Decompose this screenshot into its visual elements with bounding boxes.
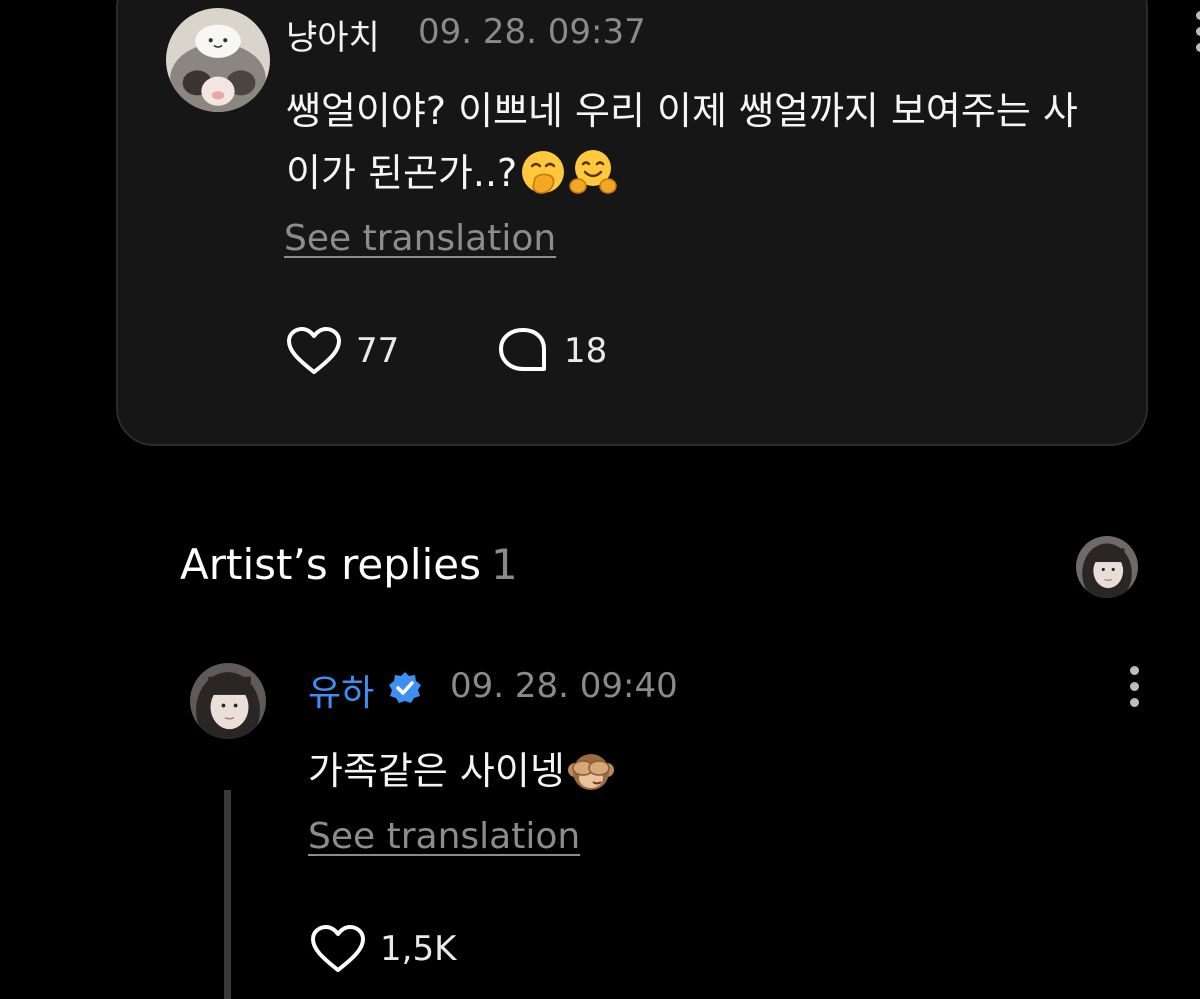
thread-line — [224, 790, 231, 999]
comment-text-line-1: 쌩얼이야? 이쁘네 우리 이제 쌩얼까지 보여주는 사 — [286, 89, 1078, 133]
artist-username[interactable]: 유하 — [308, 664, 374, 716]
artist-replies-heading: Artist’s replies 1 — [180, 540, 518, 589]
comment-timestamp: 09. 28. 09:37 — [418, 12, 646, 52]
artist-avatar[interactable] — [190, 663, 266, 739]
comment-text-line-2: 이가 된곤가..? — [286, 142, 1200, 204]
commenter-avatar[interactable] — [166, 8, 270, 112]
like-count: 1,5K — [380, 929, 457, 969]
reply-timestamp: 09. 28. 09:40 — [450, 666, 678, 706]
see-translation-link[interactable]: See translation — [284, 218, 556, 259]
like-count: 77 — [356, 331, 400, 371]
more-vertical-icon[interactable] — [1128, 666, 1140, 707]
comment-bubble-icon — [499, 328, 546, 371]
heart-icon — [287, 327, 341, 374]
heart-icon — [311, 925, 365, 972]
hand-over-mouth-emoji — [522, 151, 565, 194]
comment-text-line-2-words: 이가 된곤가..? — [286, 151, 518, 195]
commenter-username[interactable]: 냥아치 — [286, 10, 380, 59]
artist-replies-title: Artist’s replies — [180, 540, 481, 589]
comment-card: 냥아치 09. 28. 09:37 쌩얼이야? 이쁘네 우리 이제 쌩얼까지 보… — [116, 0, 1200, 446]
like-button[interactable]: 1,5K — [310, 924, 456, 974]
verified-badge-icon — [389, 672, 421, 703]
see-translation-link[interactable]: See translation — [308, 816, 580, 857]
more-vertical-icon[interactable] — [1194, 11, 1200, 52]
artist-replies-count: 1 — [490, 540, 518, 589]
reply-text-words: 가족같은 사이넹 — [308, 749, 565, 793]
reply-text: 가족같은 사이넹 — [308, 740, 615, 795]
like-button[interactable]: 77 — [286, 326, 399, 376]
reply-button[interactable]: 18 — [496, 326, 607, 376]
hugging-face-emoji — [569, 150, 617, 194]
artist-avatar-thumbnail[interactable] — [1076, 536, 1138, 598]
see-no-evil-monkey-emoji — [567, 754, 614, 790]
reply-count: 18 — [564, 331, 608, 371]
comment-text: 쌩얼이야? 이쁘네 우리 이제 쌩얼까지 보여주는 사 이가 된곤가..? — [286, 80, 1200, 204]
